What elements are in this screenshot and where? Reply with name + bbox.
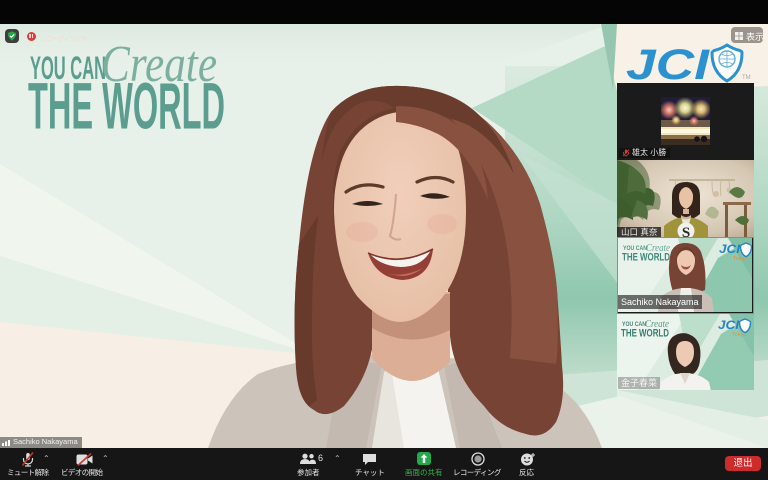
svg-text:Create: Create [101,36,217,93]
svg-text:Tokyo: Tokyo [732,332,746,338]
svg-text:THE WORLD: THE WORLD [622,251,670,263]
svg-text:THE WORLD: THE WORLD [621,327,669,339]
svg-text:S: S [682,225,690,237]
svg-text:Tokyo: Tokyo [733,256,747,262]
svg-text:JCI: JCI [719,242,741,256]
svg-text:JCI: JCI [626,41,710,89]
svg-text:JCI: JCI [718,318,740,332]
svg-text:TM: TM [742,75,751,81]
